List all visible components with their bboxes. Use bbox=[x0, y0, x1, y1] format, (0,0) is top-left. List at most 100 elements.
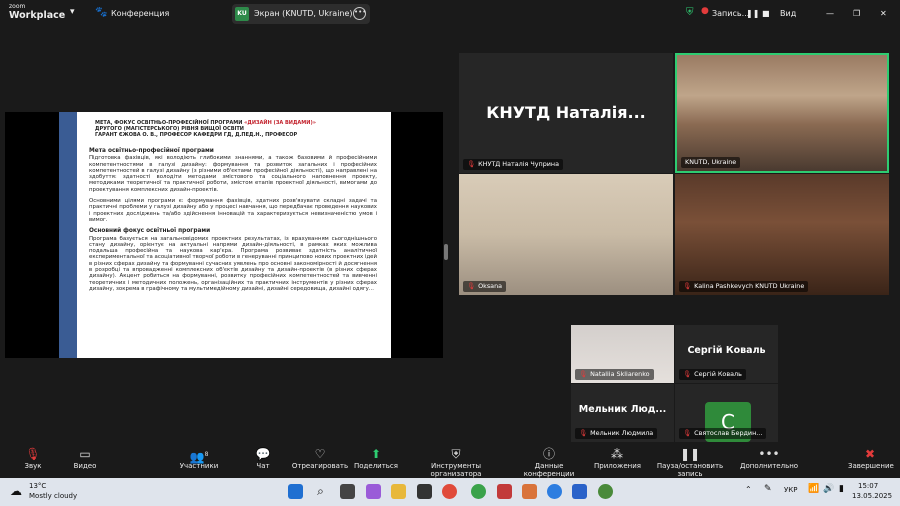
meeting-toolbar: 🎙 Звук ▭ Видео 👥8 Участники 💬 Чат ♡ Отреагиро… bbox=[0, 444, 900, 478]
record-icon: ● bbox=[701, 6, 709, 16]
app-logo: zoom Workplace bbox=[9, 3, 65, 21]
share-up-arrow-icon: ⬆ bbox=[370, 447, 382, 461]
word-icon[interactable] bbox=[572, 484, 587, 499]
app-small-label: zoom bbox=[9, 3, 26, 10]
copilot-icon[interactable] bbox=[366, 484, 381, 499]
weather-temp: 13°C bbox=[29, 482, 47, 490]
conference-data-button[interactable]: ⓘ Данные конференции bbox=[510, 447, 588, 478]
participants-button[interactable]: 👥8 Участники bbox=[175, 447, 223, 470]
participant-name: Святослав Бердин... bbox=[694, 429, 763, 437]
video-label: Видео bbox=[73, 462, 97, 470]
chat-icon: 💬 bbox=[255, 447, 271, 461]
title-bar: zoom Workplace ▾ 🐾 Конференция KU Экран … bbox=[0, 0, 900, 28]
chat-button[interactable]: 💬 Чат bbox=[250, 447, 276, 470]
minimize-icon[interactable]: — bbox=[826, 9, 834, 18]
app-name: Workplace bbox=[9, 10, 66, 21]
participant-name: КНУТД Наталія Чуприна bbox=[478, 160, 560, 168]
taskview-icon[interactable] bbox=[340, 484, 355, 499]
participant-tile[interactable]: 🎙 Kalina Pashkevych KNUTD Ukraine bbox=[675, 174, 889, 295]
participant-label: 🎙 Мельник Людмила bbox=[575, 428, 658, 439]
slide-header: МЕТА, ФОКУС ОСВІТНЬО-ПРОФЕСІЙНОЇ ПРОГРАМ… bbox=[95, 120, 379, 139]
resize-handle[interactable] bbox=[444, 244, 448, 260]
pen-icon[interactable]: ✎ bbox=[764, 484, 772, 494]
end-meeting-button[interactable]: ✖ Завершение bbox=[848, 447, 894, 470]
section1-paragraph1: Підготовка фахівців, які володіють глибо… bbox=[89, 155, 377, 193]
slide-side-bar bbox=[59, 112, 77, 358]
collapse-arrow-icon[interactable]: ▾ bbox=[70, 7, 75, 17]
pause-record-button[interactable]: ❚❚ Пауза/остановить запись bbox=[646, 447, 734, 478]
participants-label: Участники bbox=[179, 462, 219, 470]
terminal-icon[interactable] bbox=[417, 484, 432, 499]
participant-label: 🎙 Oksana bbox=[463, 281, 507, 292]
wifi-icon[interactable]: 📶 bbox=[808, 484, 819, 494]
participant-name: Сергій Коваль bbox=[694, 370, 742, 378]
language-indicator[interactable]: УКР bbox=[784, 486, 797, 494]
slide-body: Мета освітньо-професійної програми Підго… bbox=[89, 148, 377, 297]
sound-label: Звук bbox=[24, 462, 42, 470]
start-icon[interactable] bbox=[288, 484, 303, 499]
weather-desc[interactable]: Mostly cloudy bbox=[29, 492, 77, 500]
close-icon[interactable]: ✕ bbox=[880, 9, 887, 18]
windows-taskbar: ☁ 13°C Mostly cloudy ⌕ ⌃ ✎ УКР 📶 🔊 ▮ 15:… bbox=[0, 478, 900, 506]
battery-icon[interactable]: ▮ bbox=[839, 484, 844, 494]
more-button[interactable]: ••• Дополнительно bbox=[740, 447, 798, 470]
stop-record-icon[interactable]: ■ bbox=[762, 9, 770, 18]
file-explorer-icon[interactable] bbox=[391, 484, 406, 499]
volume-icon[interactable]: 🔊 bbox=[823, 484, 834, 494]
zoom-icon[interactable] bbox=[547, 484, 562, 499]
presentation-slide: МЕТА, ФОКУС ОСВІТНЬО-ПРОФЕСІЙНОЇ ПРОГРАМ… bbox=[59, 112, 391, 358]
chrome-icon[interactable] bbox=[442, 484, 457, 499]
view-button[interactable]: Вид bbox=[780, 9, 796, 18]
share-button[interactable]: ⬆ Поделиться bbox=[354, 447, 398, 470]
participant-name: Kalina Pashkevych KNUTD Ukraine bbox=[694, 282, 805, 290]
shield-icon: ⛨ bbox=[451, 447, 461, 461]
mic-muted-icon: 🎙 bbox=[579, 429, 588, 437]
participant-tile[interactable]: 🎙 Oksana bbox=[459, 174, 673, 295]
shared-screen: МЕТА, ФОКУС ОСВІТНЬО-ПРОФЕСІЙНОЇ ПРОГРАМ… bbox=[5, 112, 443, 358]
participant-tile-active-speaker[interactable]: KNUTD, Ukraine bbox=[675, 53, 889, 173]
clock-time[interactable]: 15:07 bbox=[858, 482, 878, 490]
chat-label: Чат bbox=[256, 462, 270, 470]
slide-header-program: «ДИЗАЙН (ЗА ВИДАМИ)» bbox=[244, 120, 316, 126]
section2-title: Основний фокус освітньої програми bbox=[89, 228, 211, 235]
search-icon[interactable]: ⌕ bbox=[313, 484, 328, 499]
participant-tile[interactable]: Сергій Коваль 🎙 Сергій Коваль bbox=[675, 325, 778, 383]
sound-button[interactable]: 🎙 Звук bbox=[18, 447, 48, 470]
app-icon[interactable] bbox=[471, 484, 486, 499]
pause-record-icon[interactable]: ❚❚ bbox=[746, 9, 759, 18]
react-button[interactable]: ♡ Отреагировать bbox=[290, 447, 350, 470]
participant-tile[interactable]: Мельник Люд... 🎙 Мельник Людмила bbox=[571, 384, 674, 442]
restore-icon[interactable]: ❐ bbox=[853, 9, 860, 18]
participant-label: 🎙 Nataliia Skliarenko bbox=[575, 369, 654, 380]
conference-tab[interactable]: Конференция bbox=[111, 9, 169, 18]
paw-icon: 🐾 bbox=[95, 7, 108, 18]
participant-tile[interactable]: КНУТД Наталія... 🎙 КНУТД Наталія Чуприна bbox=[459, 53, 673, 173]
slide-header-line2: ДРУГОГО (МАГІСТЕРСЬКОГО) РІВНЯ ВИЩОЇ ОСВ… bbox=[95, 126, 244, 133]
participant-tile[interactable]: 🎙 Nataliia Skliarenko bbox=[571, 325, 674, 383]
participant-label: 🎙 Святослав Бердин... bbox=[679, 428, 767, 439]
screen-share-indicator[interactable]: KU Экран (KNUTD, Ukraine) ••• bbox=[232, 4, 370, 24]
pause-icon: ❚❚ bbox=[679, 447, 701, 461]
mic-muted-icon: 🎙 bbox=[683, 429, 692, 437]
meeting-area: МЕТА, ФОКУС ОСВІТНЬО-ПРОФЕСІЙНОЇ ПРОГРАМ… bbox=[0, 28, 900, 444]
participant-name: Nataliia Skliarenko bbox=[590, 370, 650, 378]
slide-header-line3: ГАРАНТ ЄЖОВА О. В., ПРОФЕСОР КАФЕДРИ ГД,… bbox=[95, 132, 298, 139]
app-icon[interactable] bbox=[497, 484, 512, 499]
mic-muted-icon: 🎙 bbox=[25, 447, 41, 461]
apps-label: Приложения bbox=[594, 462, 641, 470]
share-label: Поделиться bbox=[354, 462, 398, 470]
app-icon[interactable] bbox=[522, 484, 537, 499]
video-button[interactable]: ▭ Видео bbox=[68, 447, 102, 470]
more-options-icon[interactable]: ••• bbox=[353, 7, 366, 20]
chrome-icon[interactable] bbox=[598, 484, 613, 499]
participant-tile[interactable]: С 🎙 Святослав Бердин... bbox=[675, 384, 778, 442]
chevron-up-icon[interactable]: ⌃ bbox=[745, 485, 752, 494]
clock-date[interactable]: 13.05.2025 bbox=[852, 492, 892, 500]
mic-muted-icon: 🎙 bbox=[467, 282, 476, 290]
info-icon: ⓘ bbox=[542, 447, 555, 461]
host-tools-button[interactable]: ⛨ Инструменты организатора bbox=[406, 447, 506, 478]
mic-muted-icon: 🎙 bbox=[579, 370, 588, 378]
screen-share-label: Экран (KNUTD, Ukraine) bbox=[254, 9, 353, 18]
apps-button[interactable]: ⁂ Приложения bbox=[594, 447, 641, 470]
cloud-icon: ☁ bbox=[10, 484, 22, 498]
